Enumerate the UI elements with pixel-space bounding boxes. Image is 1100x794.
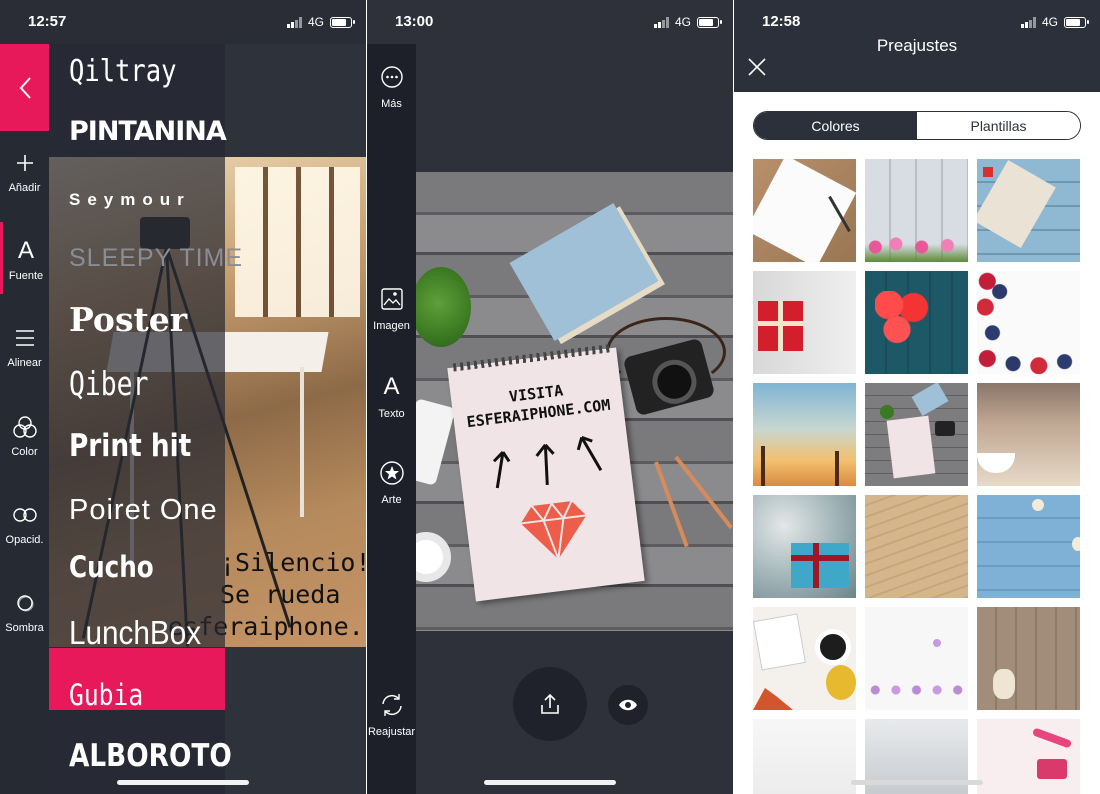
art-icon <box>379 461 404 485</box>
tool-shadow[interactable]: Sombra <box>0 590 49 634</box>
template-thumb[interactable] <box>753 607 856 710</box>
template-thumb[interactable] <box>865 607 968 710</box>
font-option[interactable]: Poster <box>69 300 187 339</box>
cup-image <box>416 532 451 582</box>
status-bar: 12:57 4G <box>0 0 366 44</box>
image-icon <box>380 288 403 310</box>
font-option[interactable]: Qiber <box>69 364 148 403</box>
template-thumb[interactable] <box>865 495 968 598</box>
notebook-image: VISITA ESFERAIPHONE.COM <box>447 344 645 602</box>
phone-image <box>416 398 456 486</box>
template-thumb[interactable] <box>753 719 856 794</box>
font-option[interactable]: Seymour <box>69 190 191 210</box>
tool-image[interactable]: Imagen <box>367 284 416 332</box>
page-title: Preajustes <box>876 36 958 55</box>
presets-segmented-control: Colores Plantillas <box>753 111 1081 140</box>
tool-color[interactable]: Color <box>0 414 49 458</box>
signal-icon <box>286 16 302 28</box>
home-indicator <box>117 780 249 785</box>
font-option[interactable]: ALBOROTO <box>69 738 232 774</box>
template-thumb[interactable] <box>977 271 1080 374</box>
tool-resize[interactable]: Reajustar <box>367 690 416 738</box>
battery-icon <box>1064 16 1089 28</box>
presets-header: 12:58 4G Preajustes <box>734 0 1100 92</box>
share-button[interactable] <box>513 667 587 741</box>
font-option[interactable]: Qiltray <box>69 54 176 89</box>
shadow-icon <box>16 595 33 612</box>
color-icon <box>12 416 37 438</box>
tool-text[interactable]: A Texto <box>367 372 416 420</box>
template-thumb[interactable] <box>977 159 1080 262</box>
signal-icon <box>1020 16 1036 28</box>
diamond-art <box>520 500 587 560</box>
template-thumb[interactable] <box>865 159 968 262</box>
font-option[interactable]: Print hit <box>69 428 191 464</box>
back-button[interactable] <box>0 44 49 131</box>
close-button[interactable] <box>746 56 768 78</box>
font-list: Qiltray PINTANINA Seymour SLEEPY TIME Po… <box>49 44 242 794</box>
plant-image <box>416 267 471 347</box>
eye-icon <box>619 699 637 711</box>
window-image <box>235 167 360 317</box>
screen-font-editor: ¡Silencio! Se rueda esferaiphone.com Aña… <box>0 0 366 794</box>
plus-icon <box>16 155 33 171</box>
font-option[interactable]: PINTANINA <box>69 116 227 147</box>
status-bar: 13:00 4G <box>367 0 733 44</box>
screen-canvas-editor: Más Imagen A Texto Arte Reajustar VISITA… <box>367 0 733 794</box>
signal-icon <box>653 16 669 28</box>
battery-icon <box>330 16 355 28</box>
tool-art[interactable]: Arte <box>367 458 416 506</box>
font-option-selected[interactable]: LunchBox <box>69 614 201 652</box>
tool-add[interactable]: Añadir <box>0 150 49 194</box>
template-thumb[interactable] <box>865 271 968 374</box>
font-option[interactable]: SLEEPY TIME <box>69 244 243 273</box>
template-thumb[interactable] <box>977 495 1080 598</box>
font-option[interactable]: Cucho <box>69 550 154 584</box>
arrows-art <box>492 435 603 489</box>
template-thumb[interactable] <box>977 383 1080 486</box>
close-icon <box>748 58 766 76</box>
share-icon <box>541 693 559 714</box>
template-thumb[interactable] <box>753 271 856 374</box>
home-indicator <box>851 780 983 785</box>
chevron-left-icon <box>19 76 31 99</box>
canvas-text[interactable]: ¡Silencio! Se rueda esferaiphone.com <box>168 547 366 643</box>
home-indicator <box>484 780 616 785</box>
align-icon <box>15 330 34 346</box>
text-icon: A <box>383 373 400 400</box>
template-thumb[interactable] <box>753 495 856 598</box>
tab-colors[interactable]: Colores <box>754 112 917 139</box>
tab-templates[interactable]: Plantillas <box>917 112 1080 139</box>
tool-more[interactable]: Más <box>367 62 416 110</box>
template-thumb[interactable] <box>753 159 856 262</box>
tool-opacity[interactable]: Opacid. <box>0 502 49 546</box>
design-canvas[interactable]: VISITA ESFERAIPHONE.COM <box>416 172 733 631</box>
preview-button[interactable] <box>608 685 648 725</box>
screen-presets: 12:58 4G Preajustes Colores Plantillas <box>734 0 1100 794</box>
template-thumb[interactable] <box>977 719 1080 794</box>
font-icon: A <box>17 237 34 264</box>
resize-icon <box>381 694 402 716</box>
tool-font[interactable]: A Fuente <box>0 222 49 294</box>
font-option[interactable]: Poiret One <box>69 494 218 527</box>
font-option[interactable]: Gubia <box>69 678 143 712</box>
template-thumb[interactable] <box>865 383 968 486</box>
template-thumb[interactable] <box>753 383 856 486</box>
opacity-icon <box>12 508 37 522</box>
tool-align[interactable]: Alinear <box>0 325 49 369</box>
more-icon <box>380 66 403 88</box>
template-thumb[interactable] <box>977 607 1080 710</box>
book-image <box>509 203 659 341</box>
battery-icon <box>697 16 722 28</box>
